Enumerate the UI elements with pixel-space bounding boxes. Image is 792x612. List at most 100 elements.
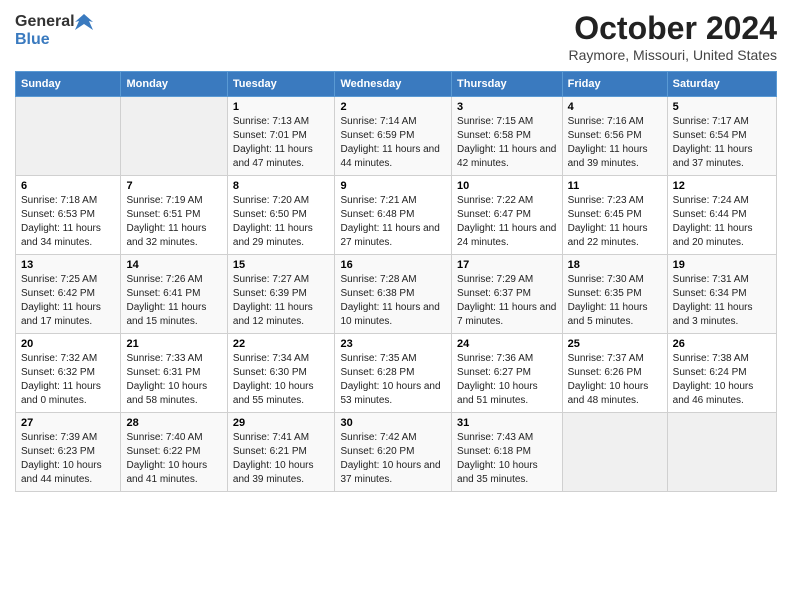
page-title: October 2024 [568, 10, 777, 47]
day-number: 12 [673, 180, 771, 192]
calendar-cell: 12 Sunrise: 7:24 AMSunset: 6:44 PMDayligh… [667, 176, 776, 255]
day-number: 10 [457, 180, 557, 192]
page-subtitle: Raymore, Missouri, United States [568, 47, 777, 63]
calendar-cell: 31 Sunrise: 7:43 AMSunset: 6:18 PMDayligh… [452, 413, 563, 492]
day-info: Sunrise: 7:43 AMSunset: 6:18 PMDaylight:… [457, 431, 557, 487]
day-info: Sunrise: 7:22 AMSunset: 6:47 PMDaylight:… [457, 194, 557, 250]
day-info: Sunrise: 7:16 AMSunset: 6:56 PMDaylight:… [568, 115, 662, 171]
day-number: 20 [21, 338, 115, 350]
day-info: Sunrise: 7:38 AMSunset: 6:24 PMDaylight:… [673, 352, 771, 408]
calendar-cell: 8 Sunrise: 7:20 AMSunset: 6:50 PMDaylight… [227, 176, 335, 255]
day-info: Sunrise: 7:32 AMSunset: 6:32 PMDaylight:… [21, 352, 115, 408]
day-number: 25 [568, 338, 662, 350]
logo-general: General [15, 10, 93, 31]
day-number: 29 [233, 417, 330, 429]
calendar-cell: 26 Sunrise: 7:38 AMSunset: 6:24 PMDayligh… [667, 334, 776, 413]
day-number: 8 [233, 180, 330, 192]
day-info: Sunrise: 7:35 AMSunset: 6:28 PMDaylight:… [340, 352, 446, 408]
day-number: 7 [126, 180, 221, 192]
day-number: 14 [126, 259, 221, 271]
day-number: 17 [457, 259, 557, 271]
day-info: Sunrise: 7:26 AMSunset: 6:41 PMDaylight:… [126, 273, 221, 329]
calendar-cell: 30 Sunrise: 7:42 AMSunset: 6:20 PMDayligh… [335, 413, 452, 492]
calendar-cell: 24Sunrise: 7:36 AMSunset: 6:27 PMDayligh… [452, 334, 563, 413]
calendar-cell: 15 Sunrise: 7:27 AMSunset: 6:39 PMDayligh… [227, 255, 335, 334]
calendar-cell: 3Sunrise: 7:15 AMSunset: 6:58 PMDaylight… [452, 97, 563, 176]
day-info: Sunrise: 7:23 AMSunset: 6:45 PMDaylight:… [568, 194, 662, 250]
day-number: 26 [673, 338, 771, 350]
header-saturday: Saturday [667, 72, 776, 97]
calendar-cell: 21 Sunrise: 7:33 AMSunset: 6:31 PMDayligh… [121, 334, 227, 413]
calendar-cell: 25 Sunrise: 7:37 AMSunset: 6:26 PMDayligh… [562, 334, 667, 413]
header-monday: Monday [121, 72, 227, 97]
day-number: 9 [340, 180, 446, 192]
day-info: Sunrise: 7:21 AMSunset: 6:48 PMDaylight:… [340, 194, 446, 250]
calendar-cell: 2 Sunrise: 7:14 AMSunset: 6:59 PMDaylight… [335, 97, 452, 176]
day-info: Sunrise: 7:37 AMSunset: 6:26 PMDaylight:… [568, 352, 662, 408]
day-info: Sunrise: 7:25 AMSunset: 6:42 PMDaylight:… [21, 273, 115, 329]
calendar-cell: 28Sunrise: 7:40 AMSunset: 6:22 PMDayligh… [121, 413, 227, 492]
calendar-cell: 16Sunrise: 7:28 AMSunset: 6:38 PMDayligh… [335, 255, 452, 334]
calendar-cell: 6 Sunrise: 7:18 AMSunset: 6:53 PMDaylight… [16, 176, 121, 255]
logo: General Blue [15, 10, 93, 49]
day-number: 6 [21, 180, 115, 192]
day-info: Sunrise: 7:13 AMSunset: 7:01 PMDaylight:… [233, 115, 330, 171]
day-number: 11 [568, 180, 662, 192]
calendar-cell: 18Sunrise: 7:30 AMSunset: 6:35 PMDayligh… [562, 255, 667, 334]
calendar-cell: 19Sunrise: 7:31 AMSunset: 6:34 PMDayligh… [667, 255, 776, 334]
day-number: 2 [340, 101, 446, 113]
day-info: Sunrise: 7:17 AMSunset: 6:54 PMDaylight:… [673, 115, 771, 171]
calendar-cell: 20 Sunrise: 7:32 AMSunset: 6:32 PMDayligh… [16, 334, 121, 413]
calendar-cell: 14 Sunrise: 7:26 AMSunset: 6:41 PMDayligh… [121, 255, 227, 334]
calendar-cell: 13 Sunrise: 7:25 AMSunset: 6:42 PMDayligh… [16, 255, 121, 334]
day-info: Sunrise: 7:18 AMSunset: 6:53 PMDaylight:… [21, 194, 115, 250]
calendar-cell: 23Sunrise: 7:35 AMSunset: 6:28 PMDayligh… [335, 334, 452, 413]
day-info: Sunrise: 7:34 AMSunset: 6:30 PMDaylight:… [233, 352, 330, 408]
calendar-cell: 22 Sunrise: 7:34 AMSunset: 6:30 PMDayligh… [227, 334, 335, 413]
calendar-week-row: 6 Sunrise: 7:18 AMSunset: 6:53 PMDaylight… [16, 176, 777, 255]
calendar-week-row: 1 Sunrise: 7:13 AMSunset: 7:01 PMDaylight… [16, 97, 777, 176]
day-info: Sunrise: 7:41 AMSunset: 6:21 PMDaylight:… [233, 431, 330, 487]
day-number: 5 [673, 101, 771, 113]
day-info: Sunrise: 7:19 AMSunset: 6:51 PMDaylight:… [126, 194, 221, 250]
day-info: Sunrise: 7:42 AMSunset: 6:20 PMDaylight:… [340, 431, 446, 487]
logo-bird-icon [75, 12, 93, 30]
calendar-cell: 4Sunrise: 7:16 AMSunset: 6:56 PMDaylight… [562, 97, 667, 176]
day-number: 22 [233, 338, 330, 350]
day-info: Sunrise: 7:33 AMSunset: 6:31 PMDaylight:… [126, 352, 221, 408]
logo-blue-text: Blue [15, 31, 50, 48]
day-number: 21 [126, 338, 221, 350]
calendar-cell [121, 97, 227, 176]
day-info: Sunrise: 7:39 AMSunset: 6:23 PMDaylight:… [21, 431, 115, 487]
day-info: Sunrise: 7:20 AMSunset: 6:50 PMDaylight:… [233, 194, 330, 250]
calendar-cell: 11 Sunrise: 7:23 AMSunset: 6:45 PMDayligh… [562, 176, 667, 255]
calendar-week-row: 13 Sunrise: 7:25 AMSunset: 6:42 PMDayligh… [16, 255, 777, 334]
day-info: Sunrise: 7:36 AMSunset: 6:27 PMDaylight:… [457, 352, 557, 408]
day-info: Sunrise: 7:27 AMSunset: 6:39 PMDaylight:… [233, 273, 330, 329]
day-number: 31 [457, 417, 557, 429]
calendar-cell: 10 Sunrise: 7:22 AMSunset: 6:47 PMDayligh… [452, 176, 563, 255]
title-block: October 2024 Raymore, Missouri, United S… [568, 10, 777, 63]
calendar-cell: 7 Sunrise: 7:19 AMSunset: 6:51 PMDaylight… [121, 176, 227, 255]
header-friday: Friday [562, 72, 667, 97]
header-wednesday: Wednesday [335, 72, 452, 97]
day-number: 1 [233, 101, 330, 113]
page-header: General Blue October 2024 Raymore, Misso… [15, 10, 777, 63]
day-info: Sunrise: 7:40 AMSunset: 6:22 PMDaylight:… [126, 431, 221, 487]
day-number: 16 [340, 259, 446, 271]
calendar-week-row: 27Sunrise: 7:39 AMSunset: 6:23 PMDayligh… [16, 413, 777, 492]
day-info: Sunrise: 7:31 AMSunset: 6:34 PMDaylight:… [673, 273, 771, 329]
calendar-cell [667, 413, 776, 492]
day-number: 15 [233, 259, 330, 271]
day-info: Sunrise: 7:14 AMSunset: 6:59 PMDaylight:… [340, 115, 446, 171]
day-number: 13 [21, 259, 115, 271]
day-number: 18 [568, 259, 662, 271]
day-info: Sunrise: 7:29 AMSunset: 6:37 PMDaylight:… [457, 273, 557, 329]
calendar-header-row: SundayMondayTuesdayWednesdayThursdayFrid… [16, 72, 777, 97]
calendar-cell: 5 Sunrise: 7:17 AMSunset: 6:54 PMDaylight… [667, 97, 776, 176]
header-tuesday: Tuesday [227, 72, 335, 97]
header-thursday: Thursday [452, 72, 563, 97]
calendar-cell: 1 Sunrise: 7:13 AMSunset: 7:01 PMDaylight… [227, 97, 335, 176]
day-info: Sunrise: 7:24 AMSunset: 6:44 PMDaylight:… [673, 194, 771, 250]
day-number: 30 [340, 417, 446, 429]
